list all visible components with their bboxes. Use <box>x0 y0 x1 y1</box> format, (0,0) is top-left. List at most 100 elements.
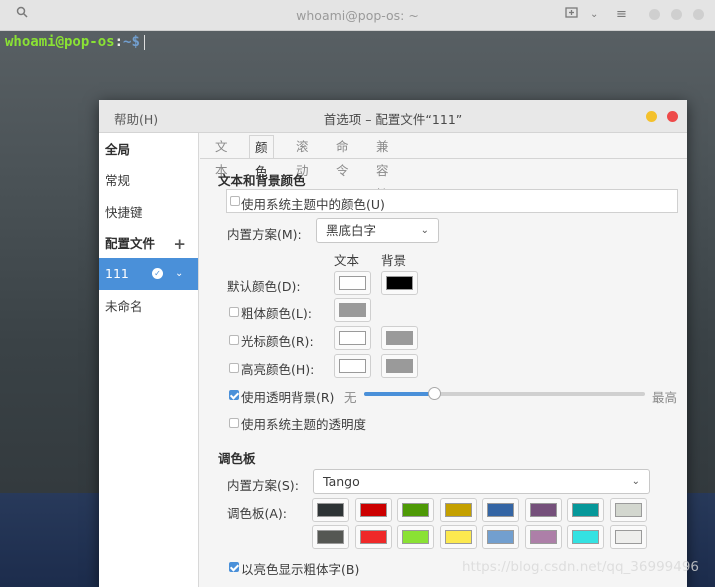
palette-color-button[interactable] <box>609 525 647 549</box>
palette-color-button[interactable] <box>524 525 562 549</box>
dialog-title: 首选项 – 配置文件“111” <box>323 112 463 127</box>
use-system-transparency-label[interactable]: 使用系统主题的透明度 <box>241 414 366 433</box>
highlight-color-label[interactable]: 高亮颜色(H): <box>241 359 314 378</box>
column-header-text: 文本 <box>334 253 360 268</box>
color-swatch <box>339 359 366 373</box>
default-color-label: 默认颜色(D): <box>227 279 301 294</box>
add-profile-button[interactable]: + <box>173 228 186 260</box>
color-swatch <box>487 530 514 544</box>
terminal-titlebar[interactable]: whoami@pop-os: ~ ⌄ ≡ <box>0 0 715 31</box>
color-swatch <box>444 503 472 517</box>
section-title-palette: 调色板 <box>218 451 256 466</box>
color-swatch <box>317 530 344 544</box>
shell-prompt[interactable]: whoami@pop-os:~$ <box>5 34 145 50</box>
palette-label: 调色板(A): <box>227 506 288 521</box>
bold-color-checkbox[interactable] <box>229 307 239 317</box>
sidebar-item-shortcuts[interactable]: 快捷键 <box>99 197 198 229</box>
profile-menu-chevron-icon[interactable]: ⌄ <box>175 258 183 290</box>
new-tab-icon[interactable] <box>565 6 578 25</box>
maximize-button[interactable] <box>671 9 682 20</box>
use-transparent-bg-checkbox[interactable] <box>229 390 239 400</box>
color-swatch <box>614 503 642 517</box>
bold-color-label[interactable]: 粗体颜色(L): <box>241 303 312 322</box>
chevron-down-icon[interactable]: ⌄ <box>590 6 598 24</box>
color-swatch <box>572 530 599 544</box>
palette-color-button[interactable] <box>439 525 477 549</box>
palette-scheme-combo[interactable]: Tango ⌄ <box>313 469 650 494</box>
palette-color-button[interactable] <box>312 525 349 549</box>
palette-color-button[interactable] <box>354 498 392 522</box>
palette-color-button[interactable] <box>354 525 392 549</box>
color-swatch <box>402 530 429 544</box>
text-cursor <box>143 34 145 50</box>
column-header-background: 背景 <box>381 253 407 268</box>
color-swatch <box>339 303 366 317</box>
preferences-dialog[interactable]: 帮助(H) 首选项 – 配置文件“111” 全局 常规 快捷键 配置文件 + 1… <box>99 100 687 587</box>
color-swatch <box>339 276 366 290</box>
default-text-color-button[interactable] <box>334 271 371 295</box>
prompt-separator: : <box>114 34 124 50</box>
use-system-theme-checkbox[interactable] <box>230 196 240 206</box>
dialog-minimize-button[interactable] <box>646 111 657 122</box>
cursor-bg-color-button[interactable] <box>381 326 418 350</box>
terminal-title: whoami@pop-os: ~ <box>296 8 419 23</box>
tab-scrolling[interactable]: 滚动 <box>291 135 314 178</box>
color-swatch <box>317 503 344 517</box>
color-swatch <box>359 503 387 517</box>
sidebar-item-profile-111[interactable]: 111 ✓ ⌄ <box>99 258 198 290</box>
sidebar-item-profile-unnamed[interactable]: 未命名 <box>99 291 198 323</box>
transparency-min-label: 无 <box>344 390 357 405</box>
hamburger-menu-icon[interactable]: ≡ <box>616 6 627 24</box>
transparency-max-label: 最高 <box>652 390 678 405</box>
tab-command[interactable]: 命令 <box>331 135 354 178</box>
builtin-scheme-combo[interactable]: 黑底白字 ⌄ <box>316 218 439 243</box>
palette-color-button[interactable] <box>524 498 562 522</box>
bold-bright-checkbox[interactable] <box>229 562 239 572</box>
bold-text-color-button[interactable] <box>334 298 371 322</box>
sidebar-item-general[interactable]: 常规 <box>99 165 198 197</box>
tab-colors[interactable]: 颜色 <box>249 135 274 179</box>
palette-color-button[interactable] <box>567 525 604 549</box>
tab-text[interactable]: 文本 <box>210 135 233 178</box>
highlight-text-color-button[interactable] <box>334 354 371 378</box>
builtin-scheme-label: 内置方案(M): <box>227 227 302 242</box>
color-swatch <box>339 331 366 345</box>
prompt-path: ~$ <box>123 34 140 50</box>
use-system-theme-label[interactable]: 使用系统主题中的颜色(U) <box>241 194 385 213</box>
palette-scheme-label: 内置方案(S): <box>227 478 299 493</box>
palette-color-button[interactable] <box>482 498 519 522</box>
transparency-slider[interactable] <box>364 387 645 400</box>
default-bg-color-button[interactable] <box>381 271 418 295</box>
palette-color-button[interactable] <box>609 498 647 522</box>
palette-color-button[interactable] <box>482 525 519 549</box>
highlight-color-checkbox[interactable] <box>229 363 239 373</box>
palette-color-button[interactable] <box>567 498 604 522</box>
tab-compatibility[interactable]: 兼容性 <box>371 135 394 202</box>
color-swatch <box>402 503 429 517</box>
chevron-down-icon: ⌄ <box>420 225 429 236</box>
color-swatch <box>386 331 413 345</box>
bold-bright-label[interactable]: 以亮色显示粗体字(B) <box>241 559 359 578</box>
palette-color-button[interactable] <box>312 498 349 522</box>
prompt-user: whoami@pop-os <box>5 34 115 50</box>
use-system-theme-row[interactable]: 使用系统主题中的颜色(U) <box>226 189 678 213</box>
palette-color-button[interactable] <box>397 498 434 522</box>
color-swatch <box>444 530 472 544</box>
palette-color-button[interactable] <box>397 525 434 549</box>
builtin-scheme-value: 黑底白字 <box>326 223 377 238</box>
palette-color-button[interactable] <box>439 498 477 522</box>
cursor-text-color-button[interactable] <box>334 326 371 350</box>
dialog-close-button[interactable] <box>667 111 678 122</box>
highlight-bg-color-button[interactable] <box>381 354 418 378</box>
minimize-button[interactable] <box>649 9 660 20</box>
dialog-titlebar[interactable]: 帮助(H) 首选项 – 配置文件“111” <box>99 100 687 133</box>
default-profile-check-icon: ✓ <box>152 268 163 279</box>
use-transparent-bg-label[interactable]: 使用透明背景(R) <box>241 387 334 406</box>
transparency-slider-fill <box>364 392 435 396</box>
watermark-text: https://blog.csdn.net/qq_36999496 <box>462 559 700 575</box>
cursor-color-checkbox[interactable] <box>229 335 239 345</box>
close-button[interactable] <box>693 9 704 20</box>
use-system-transparency-checkbox[interactable] <box>229 418 239 428</box>
cursor-color-label[interactable]: 光标颜色(R): <box>241 331 314 350</box>
transparency-slider-handle[interactable] <box>428 387 442 400</box>
